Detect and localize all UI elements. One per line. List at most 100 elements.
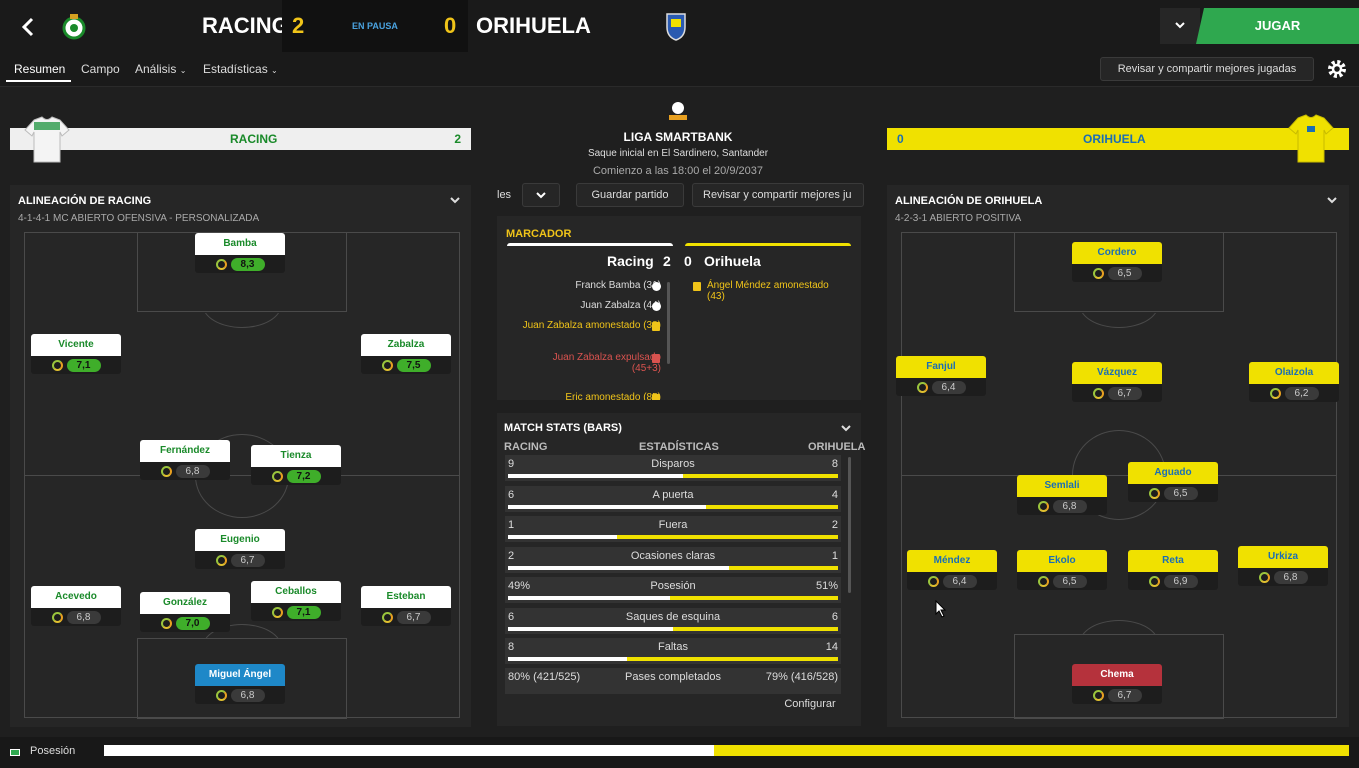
- away-player-card[interactable]: Chema 6,7: [1072, 664, 1162, 708]
- away-player-card[interactable]: Ekolo 6,5: [1017, 550, 1107, 594]
- collapse-chevron-icon[interactable]: [1325, 193, 1339, 207]
- player-rating: 7,5: [396, 358, 431, 372]
- stat-away-value: 4: [831, 488, 838, 501]
- player-rating-row: 6,7: [195, 551, 285, 569]
- play-button[interactable]: JUGAR: [1196, 8, 1359, 44]
- player-name: Cordero: [1072, 242, 1162, 264]
- away-score: 0: [444, 13, 457, 38]
- stat-bar-away: [616, 535, 838, 539]
- stat-bar-away: [673, 626, 838, 631]
- home-player-card[interactable]: Eugenio 6,7: [195, 529, 285, 573]
- stat-label: Disparos: [651, 458, 695, 470]
- play-dropdown-button[interactable]: [1160, 8, 1200, 44]
- tab-campo-label: Campo: [81, 62, 120, 76]
- home-event: Juan Zabalza (44): [580, 300, 661, 311]
- player-rating-row: 6,9: [1128, 572, 1218, 590]
- save-match-button[interactable]: Guardar partido: [576, 183, 684, 207]
- racing-crest-icon: [62, 12, 86, 40]
- player-rating: 6,8: [230, 688, 265, 702]
- footer-bar: Posesión: [0, 737, 1359, 768]
- back-icon[interactable]: [18, 15, 38, 39]
- player-rating-row: 6,4: [896, 378, 986, 396]
- collapse-chevron-icon[interactable]: [839, 421, 853, 435]
- red-card-icon: [652, 354, 660, 363]
- stat-row: 9 Disparos 8: [505, 455, 841, 481]
- stat-label: Faltas: [658, 641, 688, 653]
- player-name: Ceballos: [251, 581, 341, 603]
- away-team-name: ORIHUELA: [476, 13, 591, 38]
- collapse-chevron-icon[interactable]: [448, 193, 462, 207]
- stats-center-label: ESTADÍSTICAS: [639, 441, 719, 453]
- home-player-card[interactable]: Tienza 7,2: [251, 445, 341, 489]
- player-rating: 6,7: [1107, 688, 1142, 702]
- player-name: Ekolo: [1017, 550, 1107, 572]
- away-player-card[interactable]: Méndez 6,4: [907, 550, 997, 594]
- mouse-cursor-icon: [935, 599, 947, 618]
- player-rating: 7,1: [286, 605, 321, 619]
- home-pitch: [24, 232, 460, 719]
- home-player-card[interactable]: Acevedo 6,8: [31, 586, 121, 630]
- competition-logo-icon: [666, 100, 690, 122]
- condition-ring-icon: [160, 465, 172, 477]
- away-player-card[interactable]: Reta 6,9: [1128, 550, 1218, 594]
- away-player-card[interactable]: Urkiza 6,8: [1238, 546, 1328, 590]
- away-player-card[interactable]: Vázquez 6,7: [1072, 362, 1162, 406]
- player-rating: 6,9: [1163, 574, 1198, 588]
- condition-ring-icon: [1092, 689, 1104, 701]
- tab-campo[interactable]: Campo: [81, 62, 120, 76]
- possession-icon: [10, 749, 20, 756]
- tab-analisis[interactable]: Análisis ⌄: [135, 62, 186, 76]
- player-rating-row: 7,0: [140, 614, 230, 632]
- home-player-card[interactable]: Ceballos 7,1: [251, 581, 341, 625]
- home-player-card[interactable]: González 7,0: [140, 592, 230, 636]
- gear-icon[interactable]: [1325, 57, 1349, 81]
- scoreboard-panel: MARCADOR Racing 2 0 Orihuela Franck Bamb…: [497, 216, 861, 400]
- scoreboard-home-team: Racing: [607, 253, 654, 269]
- away-formation: 4-2-3-1 ABIERTO POSITIVA: [895, 213, 1022, 224]
- review-highlights-toolbar-button[interactable]: Revisar y compartir mejores ju: [692, 183, 864, 207]
- home-player-card[interactable]: Esteban 6,7: [361, 586, 451, 630]
- toolbar-dropdown-button[interactable]: [522, 183, 560, 207]
- home-banner-name: RACING: [230, 132, 278, 146]
- player-rating-row: 6,8: [1017, 497, 1107, 515]
- configure-label: Configurar: [784, 698, 836, 710]
- player-rating-row: 6,8: [31, 608, 121, 626]
- player-name: Fanjul: [896, 356, 986, 378]
- condition-ring-icon: [1269, 387, 1281, 399]
- home-player-card[interactable]: Fernández 6,8: [140, 440, 230, 484]
- configure-button[interactable]: Configurar: [770, 693, 850, 717]
- stat-bar-home: [508, 626, 673, 631]
- condition-ring-icon: [381, 611, 393, 623]
- home-banner-score: 2: [454, 132, 461, 146]
- tab-estadisticas[interactable]: Estadísticas ⌄: [203, 62, 278, 76]
- away-player-card[interactable]: Fanjul 6,4: [896, 356, 986, 400]
- review-highlights-button[interactable]: Revisar y compartir mejores jugadas: [1100, 57, 1314, 81]
- away-player-card[interactable]: Cordero 6,5: [1072, 242, 1162, 286]
- player-name: Méndez: [907, 550, 997, 572]
- player-name: Reta: [1128, 550, 1218, 572]
- events-scrollbar[interactable]: [667, 282, 670, 364]
- away-player-card[interactable]: Semlali 6,8: [1017, 475, 1107, 519]
- player-rating-row: 6,7: [1072, 686, 1162, 704]
- home-player-card[interactable]: Bamba 8,3: [195, 233, 285, 277]
- away-banner: 0 ORIHUELA: [887, 128, 1349, 150]
- home-player-card[interactable]: Miguel Ángel 6,8: [195, 664, 285, 708]
- player-name: Eugenio: [195, 529, 285, 551]
- tab-resumen[interactable]: Resumen: [14, 62, 65, 76]
- home-player-card[interactable]: Vicente 7,1: [31, 334, 121, 378]
- stat-away-value: 14: [825, 641, 838, 653]
- away-player-card[interactable]: Olaizola 6,2: [1249, 362, 1339, 406]
- condition-ring-icon: [215, 554, 227, 566]
- stat-bar-away: [706, 504, 838, 509]
- toolbar-partial-item[interactable]: les: [497, 189, 511, 201]
- stats-scrollbar[interactable]: [848, 457, 851, 593]
- stat-label: Posesión: [650, 580, 696, 592]
- home-player-card[interactable]: Zabalza 7,5: [361, 334, 451, 378]
- stat-row-passes: 80% (421/525) Pases completados 79% (416…: [505, 668, 841, 694]
- player-name: Vicente: [31, 334, 121, 356]
- player-rating: 6,5: [1107, 266, 1142, 280]
- player-rating: 6,8: [175, 464, 210, 478]
- stat-label: A puerta: [652, 488, 694, 501]
- away-player-card[interactable]: Aguado 6,5: [1128, 462, 1218, 506]
- player-rating: 6,7: [396, 610, 431, 624]
